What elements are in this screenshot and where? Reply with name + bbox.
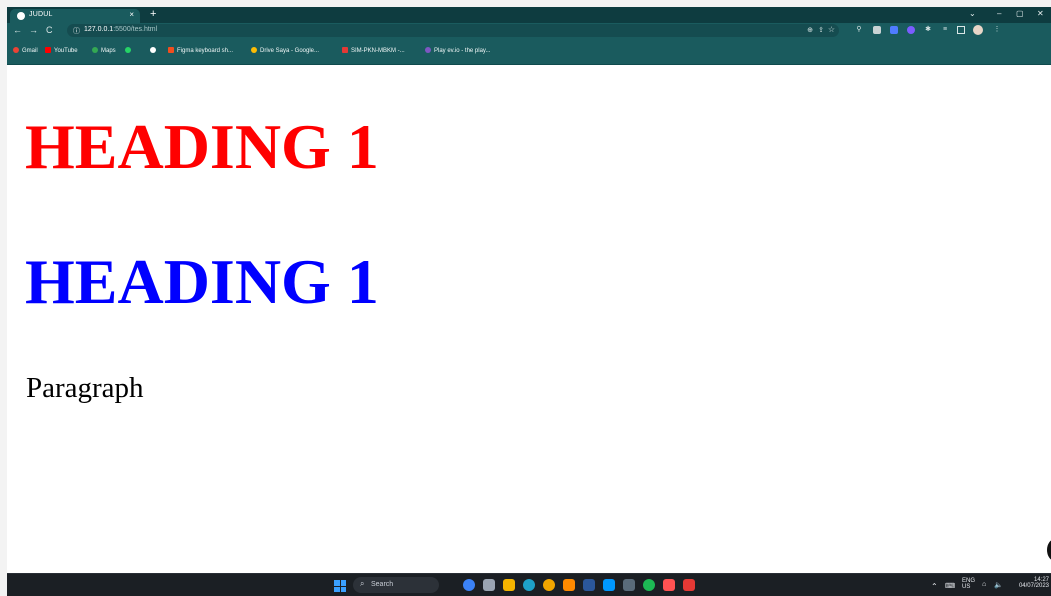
paint-icon[interactable] xyxy=(563,579,575,591)
bookmark-whatsapp[interactable] xyxy=(125,46,134,56)
close-tab-icon[interactable]: × xyxy=(129,10,134,19)
tray-chevron-icon[interactable]: ⌃ xyxy=(931,582,938,591)
side-panel-icon[interactable] xyxy=(957,26,965,34)
edge-icon[interactable] xyxy=(523,579,535,591)
bookmark-github[interactable] xyxy=(150,46,159,56)
heading-red: HEADING 1 xyxy=(25,111,379,182)
taskbar-search[interactable]: ⌕ Search xyxy=(353,577,439,593)
bookmark-star-icon[interactable]: ☆ xyxy=(828,25,835,34)
bookmarks-bar: Gmail YouTube Maps Figma keyboard sh... … xyxy=(7,39,1051,65)
windows-taskbar: ⌕ Search ⌃ ⌨ ENG US ⌂ 🔈 14:27 04/07/2023 xyxy=(7,573,1051,596)
bookmark-drive[interactable]: Drive Saya - Google... xyxy=(251,46,319,56)
start-windows-icon[interactable] xyxy=(334,580,346,592)
new-tab-button[interactable]: + xyxy=(150,8,156,20)
extensions-puzzle-icon[interactable]: ✱ xyxy=(924,26,932,34)
volume-icon[interactable]: 🔈 xyxy=(994,581,1003,589)
network-icon[interactable]: ⌂ xyxy=(982,581,986,588)
zoom-icon[interactable]: ⊕ xyxy=(807,26,813,34)
address-bar[interactable]: ⓘ 127.0.0.1:5500/tes.html ⊕ ⇪ ☆ xyxy=(67,24,839,37)
search-icon: ⌕ xyxy=(360,579,365,588)
maximize-button[interactable]: ▢ xyxy=(1016,9,1024,18)
tab-title: JUDUL xyxy=(29,11,53,18)
github-favicon-icon xyxy=(17,12,25,20)
maps-icon xyxy=(92,47,98,53)
reading-list-icon[interactable]: ≡ xyxy=(941,26,949,34)
github-icon xyxy=(150,47,156,53)
vscode-icon[interactable] xyxy=(603,579,615,591)
keyboard-icon[interactable]: ⌨ xyxy=(945,582,955,590)
tab-judul[interactable]: JUDUL × xyxy=(10,9,140,23)
bookmark-maps[interactable]: Maps xyxy=(92,46,116,56)
extension-pin-icon[interactable]: ⚲ xyxy=(855,26,863,34)
address-toolbar: ← → C ⓘ 127.0.0.1:5500/tes.html ⊕ ⇪ ☆ ⚲ … xyxy=(7,23,1051,39)
bookmark-sim-pkn-mbkm[interactable]: SIM-PKN-MBKM -... xyxy=(342,46,405,56)
browser-window: JUDUL × + ⌄ – ▢ ✕ ← → C ⓘ 127.0.0.1:5500… xyxy=(7,7,1051,596)
share-icon[interactable]: ⇪ xyxy=(818,26,824,34)
drive-icon xyxy=(251,47,257,53)
terminal-icon[interactable] xyxy=(623,579,635,591)
youtube-icon xyxy=(45,47,51,53)
paragraph-text: Paragraph xyxy=(26,372,144,404)
profile-avatar[interactable] xyxy=(973,25,983,35)
extension-blue-icon[interactable] xyxy=(890,26,898,34)
tab-search-icon[interactable]: ⌄ xyxy=(969,9,976,18)
page-content: HEADING 1 HEADING 1 Paragraph xyxy=(7,65,1051,573)
minimize-button[interactable]: – xyxy=(997,9,1001,18)
forward-icon[interactable]: → xyxy=(29,25,38,35)
whatsapp-icon xyxy=(125,47,131,53)
language-indicator[interactable]: ENG US xyxy=(962,578,975,590)
bookmark-gmail[interactable]: Gmail xyxy=(13,46,38,56)
chat-icon[interactable] xyxy=(463,579,475,591)
task-view-icon[interactable] xyxy=(483,579,495,591)
back-icon[interactable]: ← xyxy=(13,25,22,35)
chrome-icon[interactable] xyxy=(543,579,555,591)
bookmark-figma[interactable]: Figma keyboard sh... xyxy=(168,46,233,56)
extension-purple-icon[interactable] xyxy=(907,26,915,34)
gmail-icon xyxy=(13,47,19,53)
spotify-icon[interactable] xyxy=(643,579,655,591)
reload-icon[interactable]: C xyxy=(46,25,53,35)
url-text: 127.0.0.1:5500/tes.html xyxy=(84,26,158,33)
site-info-icon[interactable]: ⓘ xyxy=(73,26,80,36)
tab-strip: JUDUL × + ⌄ – ▢ ✕ xyxy=(7,7,1051,23)
sim-icon xyxy=(342,47,348,53)
figma-icon xyxy=(168,47,174,53)
word-icon[interactable] xyxy=(583,579,595,591)
recorder-icon[interactable] xyxy=(683,579,695,591)
evio-icon xyxy=(425,47,431,53)
close-window-button[interactable]: ✕ xyxy=(1037,9,1044,18)
clock[interactable]: 14:27 04/07/2023 xyxy=(1011,577,1049,589)
file-explorer-icon[interactable] xyxy=(503,579,515,591)
bookmark-youtube[interactable]: YouTube xyxy=(45,46,78,56)
extension-robot-icon[interactable] xyxy=(873,26,881,34)
floating-button[interactable] xyxy=(1047,539,1051,561)
heading-blue: HEADING 1 xyxy=(25,246,379,317)
bookmark-evio[interactable]: Play ev.io - the play... xyxy=(425,46,490,56)
menu-kebab-icon[interactable]: ⋮ xyxy=(993,26,1001,34)
star-app-icon[interactable] xyxy=(663,579,675,591)
